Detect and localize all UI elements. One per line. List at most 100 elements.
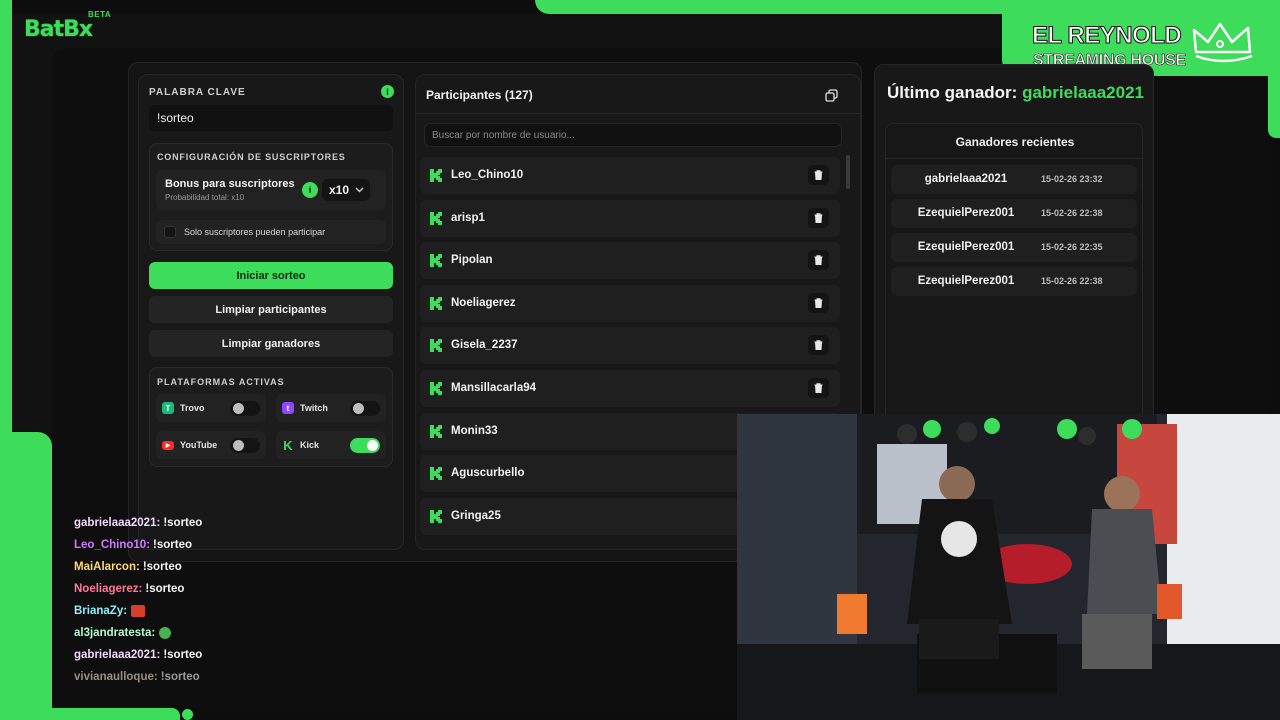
chat-user: gabrielaaa2021: [74,517,161,529]
frame-left-lower-bar [0,432,52,720]
kick-icon [430,381,442,395]
chat-message: Leo_Chino10: !sorteo [74,534,374,556]
platform-kick: K Kick [276,431,386,459]
delete-participant-button[interactable] [808,165,829,185]
info-icon[interactable]: i [381,85,394,98]
chat-message: Noeliagerez: !sorteo [74,578,374,600]
kick-icon [430,211,442,225]
platforms-title: PLATAFORMAS ACTIVAS [157,377,285,387]
chat-message: al3jandratesta: [74,622,374,644]
settings-panel: PALABRA CLAVE i CONFIGURACIÓN DE SUSCRIP… [138,74,404,550]
participant-name: Leo_Chino10 [451,169,524,181]
participant-name: arisp1 [451,211,485,224]
youtube-toggle[interactable] [230,438,260,453]
participant-name: Aguscurbello [451,467,525,480]
chevron-down-icon [355,187,364,193]
chat-user: Noeliagerez: [74,583,143,595]
winner-row: gabrielaaa2021 15-02-26 23:32 [891,165,1137,194]
participant-row: Pipolan [420,242,840,280]
winner-time: 15-02-26 22:38 [1041,208,1103,218]
platform-trovo: T Trovo [156,394,266,422]
bonus-info-icon[interactable]: i [302,182,318,198]
only-subscribers-checkbox[interactable] [164,226,176,238]
kick-icon [430,424,442,438]
winner-row: EzequielPerez001 15-02-26 22:38 [891,199,1137,228]
frame-bottom-bar [0,708,180,720]
trash-icon [814,170,823,180]
trovo-toggle[interactable] [230,401,260,416]
platforms-box: PLATAFORMAS ACTIVAS T Trovo t Twitch ▶ Y… [149,367,393,467]
divider [886,158,1144,159]
chat-text: !sorteo [142,561,182,573]
chat-user: Leo_Chino10: [74,539,151,551]
winner-name: EzequielPerez001 [917,275,1015,287]
winner-row: EzequielPerez001 15-02-26 22:38 [891,267,1137,296]
trash-icon [814,255,823,266]
winner-time: 15-02-26 22:35 [1041,242,1103,252]
copy-button[interactable] [820,85,842,105]
delete-participant-button[interactable] [808,292,829,313]
trash-icon [814,383,823,393]
participant-name: Noeliagerez [451,296,516,309]
webcam-scene [737,414,1280,720]
start-raffle-button[interactable]: Iniciar sorteo [149,262,393,289]
participant-row: arisp1 [420,199,840,237]
kick-icon: K [283,437,293,453]
trovo-icon: T [162,402,174,414]
logo-text: BatBx [24,17,93,42]
delete-participant-button[interactable] [808,207,829,228]
bonus-probability: Probabilidad total: x10 [165,193,245,202]
participant-row: Leo_Chino10 [420,157,840,194]
multiplier-select[interactable]: x10 [322,179,370,201]
keyword-label: PALABRA CLAVE [149,87,246,98]
clear-winners-button[interactable]: Limpiar ganadores [149,330,393,357]
participant-search-input[interactable] [424,123,842,147]
last-winner-name: gabrielaaa2021 [1022,83,1144,102]
chat-text: !sorteo [163,517,203,529]
platform-name: Kick [300,440,320,450]
chat-text: !sorteo [153,539,193,551]
chat-user: al3jandratesta: [74,627,156,639]
chat-text: !sorteo [145,583,185,595]
bonus-title: Bonus para suscriptores [165,178,295,190]
keyword-input[interactable] [149,105,393,131]
subscriber-settings: CONFIGURACIÓN DE SUSCRIPTORES Bonus para… [149,143,393,251]
trash-icon [814,298,823,308]
winner-name: EzequielPerez001 [917,241,1015,253]
only-subscribers-option[interactable]: Solo suscriptores pueden participar [156,220,386,244]
winner-time: 15-02-26 22:38 [1041,276,1103,286]
platform-twitch: t Twitch [276,394,386,422]
recent-winners: Ganadores recientes gabrielaaa2021 15-02… [885,123,1144,423]
delete-participant-button[interactable] [808,335,829,356]
crown-icon [1192,22,1253,63]
chat-text: !sorteo [163,649,203,661]
beta-badge: BETA [88,10,112,19]
twitch-toggle[interactable] [350,401,380,416]
clear-participants-button[interactable]: Limpiar participantes [149,296,393,323]
chat-message: vivianaulloque: !sorteo [74,666,374,688]
kick-icon [430,339,442,353]
participant-name: Mansillacarla94 [451,381,537,394]
delete-participant-button[interactable] [808,250,829,271]
platform-name: Trovo [180,403,205,413]
frame-left-bar [0,0,12,435]
chat-message: gabrielaaa2021: !sorteo [74,512,374,534]
participant-name: Gringa25 [451,509,501,522]
platform-name: Twitch [300,403,328,413]
winner-name: EzequielPerez001 [917,207,1015,219]
trash-icon [814,340,823,351]
kick-icon [430,467,442,481]
participant-name: Pipolan [451,254,493,267]
only-subscribers-label: Solo suscriptores pueden participar [184,227,326,237]
brand-title: EL REYNOLD [1031,22,1182,50]
platform-name: YouTube [180,440,218,450]
delete-participant-button[interactable] [808,377,829,398]
frame-top-bar [535,0,1280,14]
scrollbar-thumb[interactable] [846,155,850,189]
frame-dot [182,709,193,720]
youtube-icon: ▶ [162,440,174,450]
chat-user: MaiAlarcon: [74,561,140,573]
divider [416,113,860,114]
participant-row: Mansillacarla94 [420,369,840,407]
kick-toggle[interactable] [350,438,380,453]
